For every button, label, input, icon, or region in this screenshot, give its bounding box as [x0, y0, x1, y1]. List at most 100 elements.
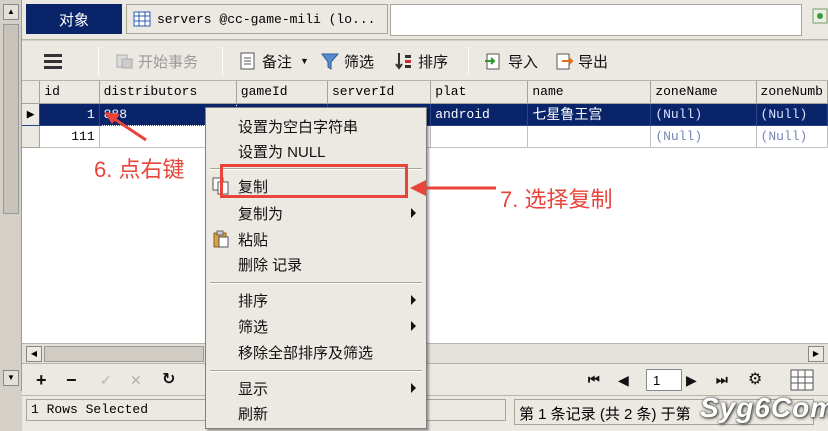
menu-item-remove-sort-filter[interactable]: 移除全部排序及筛选 — [206, 340, 426, 364]
begin-transaction-label: 开始事务 — [138, 53, 199, 71]
sort-button[interactable]: 排序 — [394, 49, 448, 73]
scroll-up-icon[interactable]: ▲ — [3, 4, 19, 20]
row-indicator-icon[interactable]: ▶ — [22, 103, 41, 126]
column-header[interactable]: plat — [430, 81, 529, 104]
connection-icon[interactable] — [812, 8, 828, 24]
hscroll-thumb[interactable] — [44, 346, 204, 362]
left-scrollbar[interactable]: ▲ ▼ — [0, 0, 22, 391]
submenu-arrow-icon — [411, 321, 416, 331]
import-button[interactable]: 导入 — [484, 49, 538, 73]
scroll-thumb[interactable] — [3, 24, 19, 214]
next-page-icon[interactable]: ▶ — [686, 370, 697, 390]
menu-item-filter[interactable]: 筛选 — [206, 314, 426, 338]
hamburger-icon — [44, 54, 62, 69]
menu-item-delete-record[interactable]: 删除 记录 — [206, 252, 426, 276]
export-button[interactable]: 导出 — [554, 49, 608, 73]
menu-item-label: 排序 — [238, 292, 269, 310]
column-header[interactable]: distributors — [99, 81, 237, 104]
submenu-arrow-icon — [411, 208, 416, 218]
menu-item-label: 筛选 — [238, 318, 269, 336]
menu-item-label: 删除 记录 — [238, 256, 303, 274]
row-indicator[interactable] — [22, 125, 41, 148]
grid-view-icon[interactable] — [790, 369, 814, 391]
import-label: 导入 — [508, 53, 539, 71]
header-indicator — [22, 81, 41, 104]
delete-record-icon[interactable]: − — [66, 370, 77, 390]
toolbar: 开始事务 备注 ▼ 筛选 排序 导入 导出 — [22, 41, 828, 81]
import-icon — [485, 53, 500, 70]
menu-button[interactable] — [42, 49, 68, 73]
note-button[interactable]: 备注 ▼ — [238, 49, 309, 73]
cell-name[interactable]: 七星鲁王宫 — [527, 103, 652, 126]
filter-button[interactable]: 筛选 — [320, 49, 374, 73]
tab-bar: 对象 servers @cc-game-mili (lo... — [22, 0, 828, 40]
note-dropdown-icon[interactable]: ▼ — [300, 56, 309, 66]
context-menu: 设置为空白字符串 设置为 NULL 复制 复制为 粘贴 删除 记录 排序 筛选 … — [205, 107, 427, 429]
add-record-icon[interactable]: + — [36, 370, 47, 390]
transaction-icon — [116, 54, 133, 69]
cell-zoneName[interactable]: (Null) — [650, 125, 757, 148]
submenu-arrow-icon — [411, 383, 416, 393]
menu-item-label: 粘贴 — [238, 231, 269, 249]
submenu-arrow-icon — [411, 295, 416, 305]
annotation-step7: 7. 选择复制 — [500, 187, 613, 212]
menu-item-display[interactable]: 显示 — [206, 376, 426, 400]
cell-zoneName[interactable]: (Null) — [650, 103, 757, 126]
menu-item-label: 设置为空白字符串 — [238, 118, 359, 136]
filter-label: 筛选 — [344, 53, 375, 71]
last-page-icon[interactable]: ⏭ — [716, 370, 728, 390]
menu-item-label: 移除全部排序及筛选 — [238, 344, 374, 362]
page-number-input[interactable] — [646, 369, 682, 391]
tab-servers[interactable]: servers @cc-game-mili (lo... — [126, 4, 388, 34]
menu-item-paste[interactable]: 粘贴 — [206, 227, 426, 251]
cell-zoneNumb[interactable]: (Null) — [756, 125, 828, 148]
note-label: 备注 — [262, 53, 293, 71]
first-page-icon[interactable]: ⏮ — [588, 370, 600, 390]
cell-id[interactable]: 111 — [39, 125, 100, 148]
cell-id[interactable]: 1 — [39, 103, 100, 126]
scroll-down-icon[interactable]: ▼ — [3, 370, 19, 386]
tab-servers-title: servers @cc-game-mili (lo... — [157, 11, 376, 27]
tab-empty-area — [390, 4, 802, 36]
sort-label: 排序 — [418, 53, 449, 71]
cell-zoneNumb[interactable]: (Null) — [756, 103, 828, 126]
menu-item-label: 刷新 — [238, 405, 269, 423]
column-header[interactable]: zoneNumb — [756, 81, 828, 104]
menu-item-sort[interactable]: 排序 — [206, 288, 426, 312]
menu-item-set-null[interactable]: 设置为 NULL — [206, 139, 426, 163]
column-header[interactable]: zoneName — [650, 81, 757, 104]
menu-item-copy-as[interactable]: 复制为 — [206, 201, 426, 225]
watermark-logo: Syg6Com — [700, 392, 828, 423]
copy-highlight-box — [220, 164, 408, 198]
scroll-left-icon[interactable]: ◀ — [26, 346, 42, 362]
cell-plat[interactable] — [430, 125, 529, 148]
funnel-icon — [321, 53, 340, 70]
begin-transaction-button[interactable]: 开始事务 — [114, 49, 198, 73]
column-header[interactable]: gameId — [236, 81, 328, 104]
scroll-right-icon[interactable]: ▶ — [808, 346, 824, 362]
column-header[interactable]: name — [527, 81, 652, 104]
cell-plat[interactable]: android — [430, 103, 529, 126]
prev-page-icon[interactable]: ◀ — [618, 370, 629, 390]
export-icon — [556, 53, 574, 70]
export-label: 导出 — [578, 53, 609, 71]
column-header[interactable]: serverId — [327, 81, 432, 104]
settings-gear-icon[interactable]: ⚙ — [748, 370, 762, 390]
menu-item-refresh[interactable]: 刷新 — [206, 401, 426, 425]
discard-icon[interactable]: ✕ — [130, 370, 142, 390]
table-icon — [133, 11, 151, 27]
header-row: id distributors gameId serverId plat nam… — [22, 81, 828, 104]
note-icon — [240, 52, 255, 70]
paste-icon — [213, 230, 229, 248]
menu-item-set-empty-string[interactable]: 设置为空白字符串 — [206, 114, 426, 138]
tab-objects[interactable]: 对象 — [26, 4, 122, 34]
column-header[interactable]: id — [39, 81, 100, 104]
annotation-step6: 6. 点右键 — [94, 157, 185, 182]
menu-item-label: 设置为 NULL — [238, 143, 326, 161]
menu-item-label: 显示 — [238, 380, 269, 398]
cell-name[interactable] — [527, 125, 652, 148]
refresh-icon[interactable]: ↻ — [162, 370, 175, 390]
sort-icon — [395, 53, 411, 70]
menu-item-label: 复制为 — [238, 205, 284, 223]
apply-icon[interactable]: ✓ — [100, 370, 112, 390]
